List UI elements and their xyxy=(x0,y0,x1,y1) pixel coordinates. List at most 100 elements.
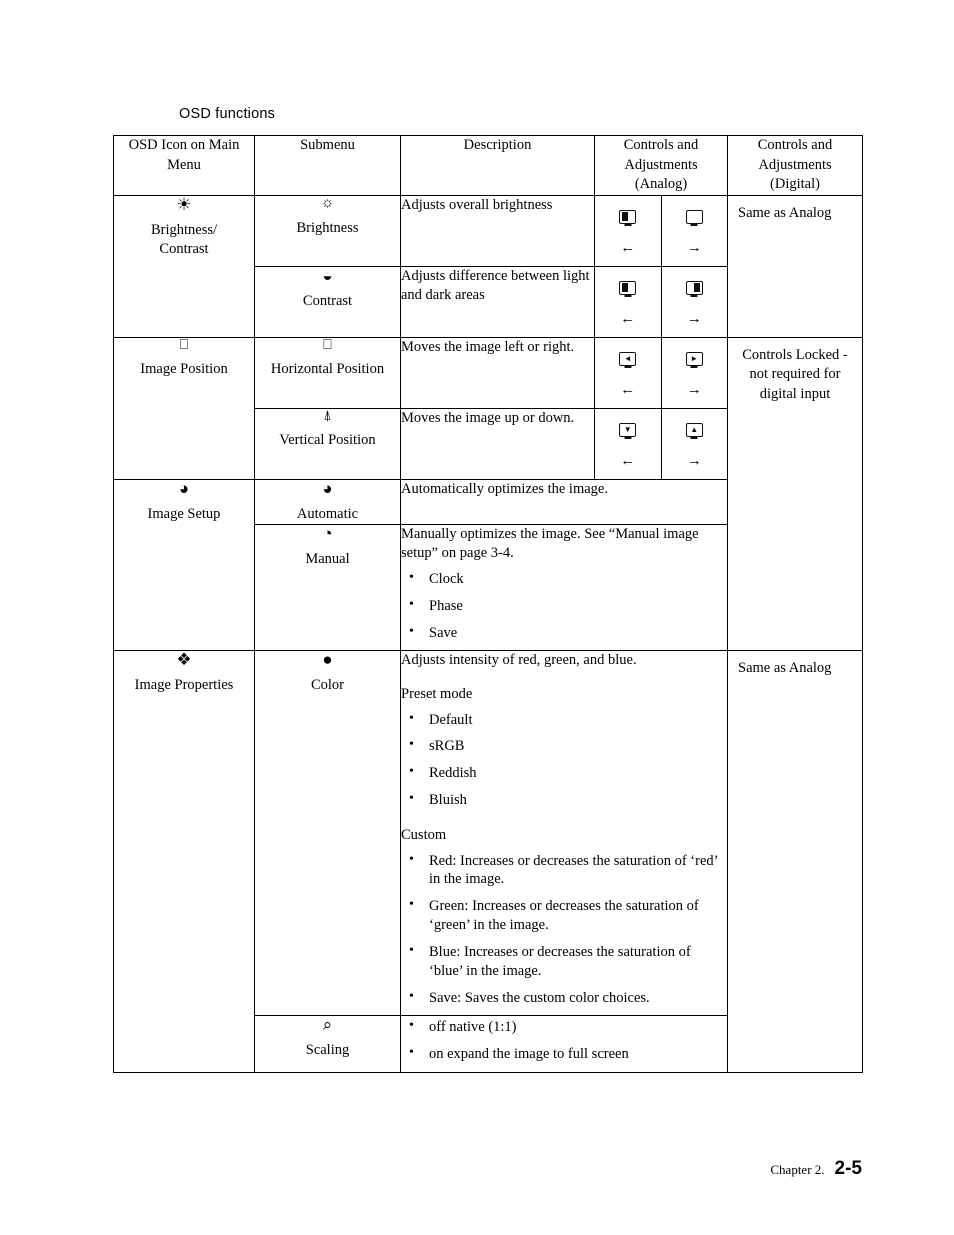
table-row: ☀ Brightness/ Contrast ☼ Brightness Adju… xyxy=(113,194,863,338)
analog-increase-brightness: → xyxy=(662,196,728,266)
preset-mode-list: Default sRGB Reddish Bluish xyxy=(401,710,727,810)
submenu-automatic: ◕ Automatic xyxy=(254,478,401,525)
analog-controls-brightness: ← → xyxy=(594,194,728,267)
submenu-contrast: ◒ Contrast xyxy=(254,265,401,338)
image-setup-icon: ◕ xyxy=(178,478,190,498)
submenu-color: ● Color xyxy=(254,650,401,1017)
list-item: Bluish xyxy=(401,790,727,810)
color-icon: ● xyxy=(322,650,333,670)
monitor-move-up-icon: ▲ xyxy=(685,422,703,437)
image-position-icon: ⎕ xyxy=(179,336,189,353)
analog-controls-contrast: ← → xyxy=(594,265,728,338)
list-item: Save: Saves the custom color choices. xyxy=(401,988,727,1008)
digital-line3: digital input xyxy=(759,385,831,402)
list-item: Save xyxy=(401,623,727,643)
analog-move-left: ◄ ← xyxy=(595,337,662,408)
header-controls-digital-line2: Adjustments xyxy=(758,156,832,173)
header-osd-icon-line1: OSD Icon on Main xyxy=(128,137,240,153)
osd-functions-table: OSD Icon on Main Menu Submenu Descriptio… xyxy=(113,135,863,1074)
contrast-icon: ◒ xyxy=(322,265,333,285)
table-header-row: OSD Icon on Main Menu Submenu Descriptio… xyxy=(113,135,863,196)
list-item: sRGB xyxy=(401,736,727,756)
monitor-move-right-icon: ► xyxy=(685,351,703,366)
manual-description-text: Manually optimizes the image. See “Manua… xyxy=(401,525,699,562)
scaling-icon: ⌕ xyxy=(322,1015,333,1035)
group-label-line1: Image Position xyxy=(140,361,228,378)
left-arrow-icon: ← xyxy=(620,239,636,256)
brightness-contrast-icon: ☀ xyxy=(176,194,192,214)
submenu-label: Brightness xyxy=(296,219,359,236)
header-osd-icon: OSD Icon on Main Menu xyxy=(113,135,255,196)
digital-brightness-contrast: Same as Analog xyxy=(727,194,863,338)
right-arrow-icon: → xyxy=(686,310,702,327)
group-label-line1: Image Properties xyxy=(134,677,234,694)
header-controls-digital-line3: (Digital) xyxy=(770,176,820,193)
analog-move-up: ▲ → xyxy=(662,409,728,479)
group-label-line2: Contrast xyxy=(159,240,209,257)
submenu-vertical-position: ⍋ Vertical Position xyxy=(254,407,401,480)
description-automatic: Automatically optimizes the image. xyxy=(400,478,728,525)
list-item: Default xyxy=(401,710,727,730)
analog-controls-horizontal: ◄ ← ► → xyxy=(594,336,728,409)
description-scaling: off native (1:1) on expand the image to … xyxy=(400,1015,728,1074)
analog-decrease-contrast: ← xyxy=(595,266,662,337)
right-arrow-icon: → xyxy=(686,239,702,256)
header-osd-icon-line2: Menu xyxy=(167,156,201,173)
submenu-label: Automatic xyxy=(296,505,359,522)
header-controls-analog-line3: (Analog) xyxy=(634,176,688,193)
submenu-manual: ◔ Manual xyxy=(254,523,401,652)
group-image-properties: ❖ Image Properties xyxy=(113,650,255,1074)
submenu-scaling: ⌕ Scaling xyxy=(254,1015,401,1074)
group-label-line1: Brightness/ xyxy=(150,221,218,238)
page-heading: OSD functions xyxy=(179,106,276,122)
list-item: Phase xyxy=(401,596,727,616)
submenu-label: Vertical Position xyxy=(279,432,376,449)
group-label-line1: Image Setup xyxy=(147,505,221,522)
header-description: Description xyxy=(400,135,595,196)
horizontal-position-icon: ⎕ xyxy=(323,336,332,353)
list-item: Clock xyxy=(401,569,727,589)
submenu-label: Horizontal Position xyxy=(270,361,385,378)
header-submenu: Submenu xyxy=(254,135,401,196)
submenu-horizontal-position: ⎕ Horizontal Position xyxy=(254,336,401,409)
right-arrow-icon: → xyxy=(686,452,702,469)
description-contrast: Adjusts difference between light and dar… xyxy=(400,265,595,338)
monitor-move-left-icon: ◄ xyxy=(619,351,637,366)
description-horizontal-position: Moves the image left or right. xyxy=(400,336,595,409)
scaling-list: off native (1:1) on expand the image to … xyxy=(401,1017,727,1064)
custom-list: Red: Increases or decreases the saturati… xyxy=(401,851,727,1008)
header-controls-digital: Controls and Adjustments (Digital) xyxy=(727,135,863,196)
image-properties-icon: ❖ xyxy=(176,650,192,670)
manual-bullet-list: Clock Phase Save xyxy=(401,569,727,643)
manual-icon: ◔ xyxy=(322,523,333,543)
submenu-label: Color xyxy=(310,677,345,694)
left-arrow-icon: ← xyxy=(620,310,636,327)
submenu-label: Scaling xyxy=(305,1042,350,1059)
list-item: Reddish xyxy=(401,763,727,783)
monitor-contrast-up-icon xyxy=(685,280,703,295)
description-vertical-position: Moves the image up or down. xyxy=(400,407,595,480)
digital-line1: Controls Locked - xyxy=(742,346,848,363)
group-brightness-contrast: ☀ Brightness/ Contrast xyxy=(113,194,255,338)
preset-mode-heading: Preset mode xyxy=(401,686,473,703)
analog-move-down: ▼ ← xyxy=(595,408,662,479)
vertical-position-icon: ⍋ xyxy=(323,407,332,424)
automatic-icon: ◕ xyxy=(322,478,333,498)
monitor-move-down-icon: ▼ xyxy=(619,422,637,437)
submenu-label: Contrast xyxy=(302,292,353,309)
analog-move-right: ► → xyxy=(662,338,728,408)
analog-controls-vertical: ▼ ← ▲ → xyxy=(594,407,728,480)
description-brightness: Adjusts overall brightness xyxy=(400,194,595,267)
header-controls-analog-line2: Adjustments xyxy=(624,156,698,173)
list-item: Red: Increases or decreases the saturati… xyxy=(401,851,727,890)
description-color: Adjusts intensity of red, green, and blu… xyxy=(400,650,728,1017)
digital-image-position: Controls Locked - not required for digit… xyxy=(727,336,863,652)
submenu-brightness: ☼ Brightness xyxy=(254,194,401,267)
page-footer: Chapter 2. 2-5 xyxy=(770,1158,862,1180)
description-manual: Manually optimizes the image. See “Manua… xyxy=(400,523,728,652)
monitor-brightness-up-icon xyxy=(685,209,703,224)
left-arrow-icon: ← xyxy=(620,452,636,469)
left-arrow-icon: ← xyxy=(620,381,636,398)
document-page: OSD functions OSD Icon on Main Menu Subm… xyxy=(0,0,954,1235)
analog-increase-contrast: → xyxy=(662,267,728,337)
